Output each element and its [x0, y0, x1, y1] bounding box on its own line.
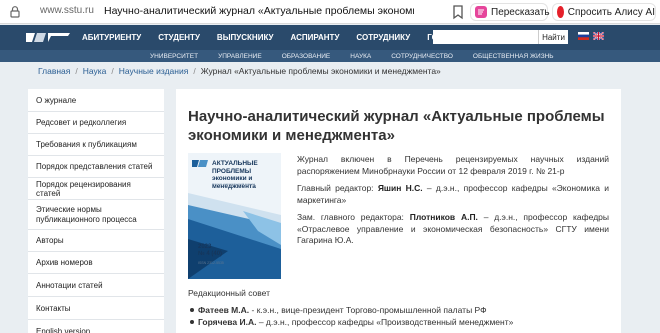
board-member-name: Горячева И.А. — [198, 317, 257, 327]
subnav-item-social-life[interactable]: ОБЩЕСТВЕННАЯ ЖИЗНЬ — [473, 53, 554, 60]
sidebar-item-abstracts[interactable]: Аннотации статей — [28, 274, 164, 297]
sidebar-item-submission[interactable]: Порядок представления статей — [28, 156, 164, 178]
board-member-name: Фатеев М.А. — [198, 305, 250, 315]
sidebar-item-contacts[interactable]: Контакты — [28, 297, 164, 320]
board-member-desc: - к.э.н., вице-президент Торгово-промышл… — [251, 305, 487, 315]
subnav-item-cooperation[interactable]: СОТРУДНИЧЕСТВО — [391, 53, 453, 60]
browser-toolbar: www.sstu.ru Научно-аналитический журнал … — [0, 0, 660, 24]
subnav-item-education[interactable]: ОБРАЗОВАНИЕ — [282, 53, 331, 60]
site-top-nav: АБИТУРИЕНТУ СТУДЕНТУ ВЫПУСКНИКУ АСПИРАНТ… — [0, 25, 660, 50]
flag-ru-icon[interactable] — [578, 32, 589, 40]
breadcrumb-home[interactable]: Главная — [38, 66, 70, 76]
sidebar-menu: О журнале Редсовет и редколлегия Требова… — [28, 89, 164, 333]
bookmark-icon[interactable] — [451, 4, 465, 20]
deputy-editor-label: Зам. главного редактора: — [297, 212, 404, 222]
chief-editor-name: Яшин Н.С. — [377, 183, 423, 193]
sidebar-item-review[interactable]: Порядок рецензирования статей — [28, 178, 164, 200]
breadcrumb-science[interactable]: Наука — [83, 66, 107, 76]
chief-editor-label: Главный редактор: — [297, 183, 374, 193]
cover-issue: № 4 (40) — [198, 251, 223, 257]
nav-item-applicant[interactable]: АБИТУРИЕНТУ — [82, 33, 141, 42]
flag-en-icon[interactable] — [593, 32, 604, 40]
site-search-input[interactable] — [433, 30, 538, 44]
cover-issn: ISSN 2312-5535 — [198, 261, 224, 265]
retell-button[interactable]: Пересказать — [470, 3, 550, 21]
alice-icon — [557, 6, 564, 18]
cover-subtitle: Научно-аналитический журнал — [212, 182, 256, 186]
sidebar-item-board[interactable]: Редсовет и редколлегия — [28, 112, 164, 134]
sidebar-item-requirements[interactable]: Требования к публикациям — [28, 134, 164, 156]
ask-alice-button[interactable]: Спросить Алису AI — [552, 3, 656, 21]
breadcrumb: Главная / Наука / Научные издания / Журнал «Ак… — [38, 66, 441, 76]
ask-alice-label: Спросить Алису AI — [567, 6, 655, 18]
site-search-button[interactable]: Найти — [538, 30, 568, 44]
subnav-item-management[interactable]: УПРАВЛЕНИЕ — [218, 53, 262, 60]
nav-item-graduate[interactable]: ВЫПУСКНИКУ — [217, 33, 274, 42]
journal-cover-image: АКТУАЛЬНЫЕ ПРОБЛЕМЫ экономики и менеджме… — [188, 153, 281, 279]
page-title: Научно-аналитический журнал «Актуальные … — [188, 108, 605, 144]
cover-year-issue: 2023 № 4 (40) — [198, 244, 222, 258]
board-member: Горячева И.А. – д.э.н., профессор кафедр… — [188, 316, 613, 328]
subnav-item-science[interactable]: НАУКА — [350, 53, 371, 60]
deputy-editor-text: Зам. главного редактора: Плотников А.П. … — [297, 212, 609, 247]
sidebar-item-archive[interactable]: Архив номеров — [28, 252, 164, 274]
board-member-desc: – д.э.н., профессор кафедры «Производств… — [258, 317, 514, 327]
sidebar-item-ethics[interactable]: Этические нормы публикационного процесса — [28, 200, 164, 230]
editorial-board-heading: Редакционный совет — [188, 288, 271, 298]
nav-item-student[interactable]: СТУДЕНТУ — [158, 33, 200, 42]
chief-editor-text: Главный редактор: Яшин Н.С. – д.э.н., пр… — [297, 183, 609, 206]
site-sub-nav: УНИВЕРСИТЕТ УПРАВЛЕНИЕ ОБРАЗОВАНИЕ НАУКА… — [0, 50, 660, 62]
lock-icon[interactable] — [8, 5, 22, 19]
sstu-logo[interactable] — [26, 30, 70, 45]
journal-inclusion-text: Журнал включен в Перечень рецензируемых … — [297, 154, 609, 176]
sub-nav-items: УНИВЕРСИТЕТ УПРАВЛЕНИЕ ОБРАЗОВАНИЕ НАУКА… — [150, 50, 574, 62]
address-bar-url[interactable]: www.sstu.ru — [40, 5, 94, 16]
sidebar-item-english[interactable]: English version — [28, 320, 164, 333]
breadcrumb-current: Журнал «Актуальные проблемы экономики и … — [200, 66, 441, 76]
breadcrumb-publications[interactable]: Научные издания — [119, 66, 189, 76]
subnav-item-university[interactable]: УНИВЕРСИТЕТ — [150, 53, 198, 60]
retell-icon — [475, 6, 487, 18]
retell-label: Пересказать — [491, 6, 550, 18]
sidebar-item-authors[interactable]: Авторы — [28, 230, 164, 252]
breadcrumb-separator: / — [193, 66, 196, 76]
cover-year: 2023 — [198, 244, 212, 250]
main-content: Научно-аналитический журнал «Актуальные … — [176, 89, 621, 333]
sidebar-item-about[interactable]: О журнале — [28, 89, 164, 112]
editorial-board-list: Фатеев М.А. - к.э.н., вице-президент Тор… — [188, 304, 613, 328]
page-tab-title: Научно-аналитический журнал «Актуальные … — [104, 5, 414, 17]
deputy-editor-name: Плотников А.П. — [409, 212, 478, 222]
breadcrumb-separator: / — [111, 66, 114, 76]
board-member: Фатеев М.А. - к.э.н., вице-президент Тор… — [188, 304, 613, 316]
top-nav-items: АБИТУРИЕНТУ СТУДЕНТУ ВЫПУСКНИКУ АСПИРАНТ… — [82, 25, 474, 50]
nav-item-employee[interactable]: СОТРУДНИКУ — [356, 33, 410, 42]
nav-item-postgraduate[interactable]: АСПИРАНТУ — [291, 33, 340, 42]
breadcrumb-separator: / — [75, 66, 78, 76]
